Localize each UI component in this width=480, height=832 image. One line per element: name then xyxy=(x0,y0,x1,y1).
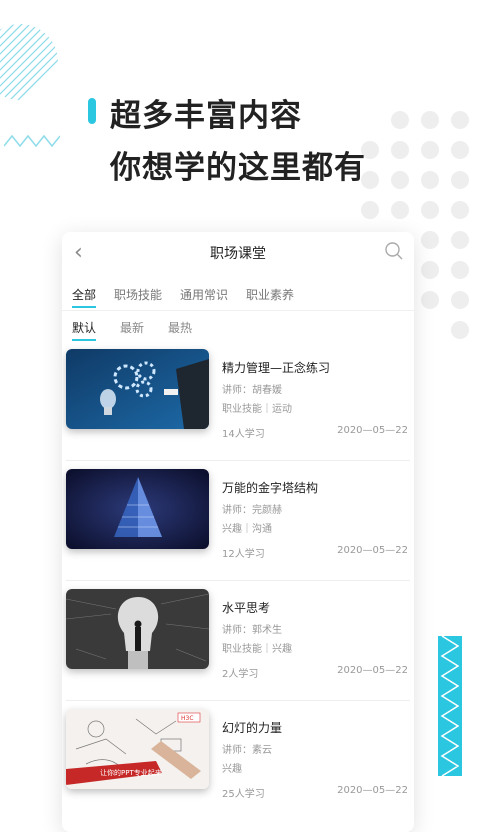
course-tags: 兴趣 xyxy=(222,764,242,775)
nav-bar: ‹ 职场课堂 xyxy=(62,232,414,272)
course-item[interactable]: 万能的金字塔结构 讲师：完颜赫 兴趣｜沟通 12人学习 2020—05—22 xyxy=(62,461,414,581)
course-title: 精力管理—正念练习 xyxy=(222,361,331,375)
course-title: 万能的金字塔结构 xyxy=(222,481,319,495)
sort-newest[interactable]: 最新 xyxy=(120,311,144,341)
course-date: 2020—05—22 xyxy=(337,545,408,556)
tab-all[interactable]: 全部 xyxy=(72,280,97,310)
course-date: 2020—05—22 xyxy=(337,665,408,676)
hero-line-1: 超多丰富内容 xyxy=(110,98,302,134)
svg-text:H3C: H3C xyxy=(181,715,194,722)
course-lecturer: 讲师：完颜赫 xyxy=(222,505,282,516)
search-icon[interactable] xyxy=(384,241,404,261)
sort-tabs: 默认 最新 最热 xyxy=(62,310,414,341)
thumbnail-banner-text: 让你的PPT专业起来 xyxy=(100,768,162,777)
sort-default[interactable]: 默认 xyxy=(72,311,97,341)
course-item[interactable]: 精力管理—正念练习 讲师：胡春媛 职业技能｜运动 14人学习 2020—05—2… xyxy=(62,341,414,461)
course-lecturer: 讲师：郭术生 xyxy=(222,625,282,636)
course-learners: 12人学习 xyxy=(222,549,265,560)
course-learners: 2人学习 xyxy=(222,669,259,680)
sort-hottest[interactable]: 最热 xyxy=(168,311,192,341)
course-lecturer: 讲师：胡春媛 xyxy=(222,385,282,396)
page-title: 职场课堂 xyxy=(210,246,266,262)
course-tags: 职业技能｜兴趣 xyxy=(222,644,292,655)
category-tabs: 全部 职场技能 通用常识 职业素养 xyxy=(62,280,414,310)
course-tags: 兴趣｜沟通 xyxy=(222,524,272,535)
phone-screen-card: ‹ 职场课堂 全部 职场技能 通用常识 职业素养 默认 最新 最热 精力管理—正… xyxy=(62,232,414,832)
accent-bar xyxy=(88,98,96,124)
zigzag-bar-decoration xyxy=(438,636,462,776)
course-item[interactable]: 水平思考 讲师：郭术生 职业技能｜兴趣 2人学习 2020—05—22 xyxy=(62,581,414,701)
tab-career-skills[interactable]: 职场技能 xyxy=(114,280,162,310)
course-thumbnail-gears xyxy=(66,349,209,429)
course-learners: 25人学习 xyxy=(222,789,265,800)
course-list: 精力管理—正念练习 讲师：胡春媛 职业技能｜运动 14人学习 2020—05—2… xyxy=(62,341,414,821)
course-date: 2020—05—22 xyxy=(337,785,408,796)
tab-professionalism[interactable]: 职业素养 xyxy=(246,280,294,310)
zigzag-decoration xyxy=(4,134,60,148)
course-thumbnail-ppt: H3C 让你的PPT专业起来 xyxy=(66,709,209,789)
hero-line-2: 你想学的这里都有 xyxy=(110,150,366,186)
course-item[interactable]: H3C 让你的PPT专业起来 幻灯的力量 讲师：素云 兴趣 25人学习 2020… xyxy=(62,701,414,821)
course-thumbnail-lightbulb xyxy=(66,589,209,669)
course-title: 幻灯的力量 xyxy=(222,721,283,735)
course-learners: 14人学习 xyxy=(222,429,265,440)
hatched-circle-decoration xyxy=(0,24,58,100)
course-date: 2020—05—22 xyxy=(337,425,408,436)
course-lecturer: 讲师：素云 xyxy=(222,745,272,756)
course-title: 水平思考 xyxy=(222,601,271,615)
tab-general-knowledge[interactable]: 通用常识 xyxy=(180,280,228,310)
course-tags: 职业技能｜运动 xyxy=(222,404,292,415)
course-thumbnail-pyramid xyxy=(66,469,209,549)
